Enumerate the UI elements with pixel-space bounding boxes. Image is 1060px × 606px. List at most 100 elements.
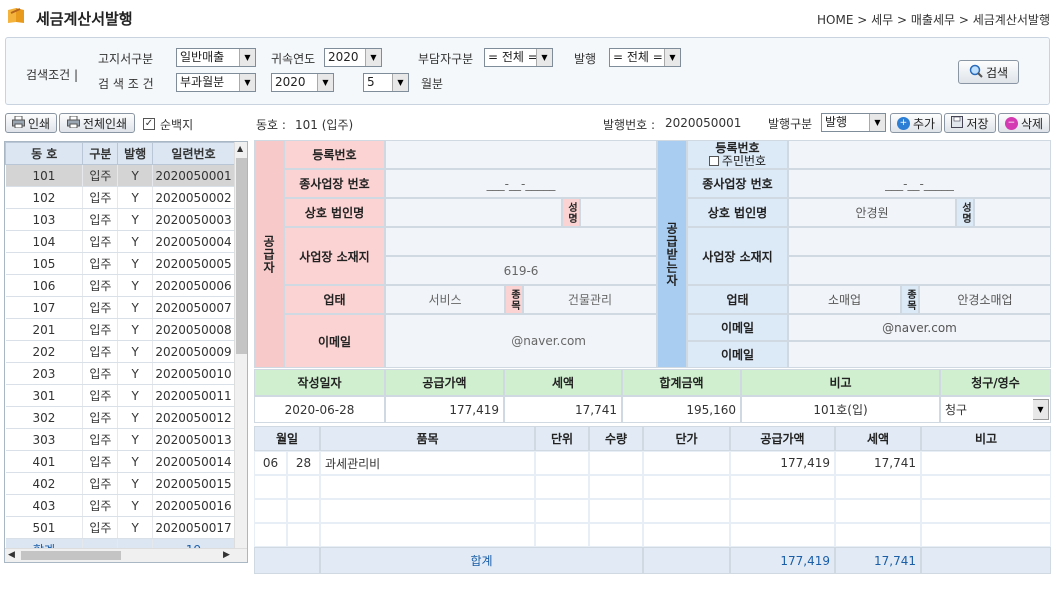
items-cell[interactable]: 06 <box>254 451 287 475</box>
items-cell[interactable] <box>320 475 535 499</box>
table-row[interactable]: 301 입주 Y 2020050011 <box>5 384 235 407</box>
table-row[interactable]: 302 입주 Y 2020050012 <box>5 406 235 429</box>
items-cell[interactable] <box>589 451 643 475</box>
chevron-right-icon[interactable]: ▶ <box>223 550 230 560</box>
payer-type-select[interactable]: = 전체 = ▼ <box>484 48 553 67</box>
table-row[interactable]: 104 입주 Y 2020050004 <box>5 230 235 253</box>
table-row[interactable]: 107 입주 Y 2020050007 <box>5 296 235 319</box>
items-cell[interactable] <box>287 475 320 499</box>
year-select[interactable]: 2020 ▼ <box>324 48 382 67</box>
items-cell[interactable] <box>589 499 643 523</box>
scrollbar-thumb[interactable] <box>21 551 121 560</box>
items-cell[interactable] <box>730 475 835 499</box>
list-vertical-scrollbar[interactable]: ▲ <box>234 142 247 550</box>
buyer-name-field[interactable]: 안경원 <box>788 198 956 227</box>
summary-value-total-amount[interactable]: 195,160 <box>622 396 741 423</box>
table-row[interactable]: 103 입주 Y 2020050003 <box>5 208 235 231</box>
items-cell[interactable] <box>535 451 589 475</box>
scrollbar-thumb[interactable] <box>236 158 247 354</box>
items-cell[interactable] <box>254 523 287 547</box>
buyer-item-field[interactable]: 안경소매업 <box>919 285 1051 314</box>
items-cell[interactable] <box>254 475 287 499</box>
chevron-left-icon[interactable]: ◀ <box>8 550 15 560</box>
buyer-branch-no-field[interactable]: ___-__-_____ <box>788 169 1051 198</box>
supplier-ceo-field[interactable] <box>580 198 657 227</box>
table-row[interactable]: 105 입주 Y 2020050005 <box>5 252 235 275</box>
items-cell[interactable] <box>287 523 320 547</box>
items-cell[interactable] <box>835 523 921 547</box>
table-row[interactable]: 401 입주 Y 2020050014 <box>5 450 235 473</box>
supplier-business-field[interactable]: 서비스 <box>385 285 505 314</box>
buyer-business-field[interactable]: 소매업 <box>788 285 901 314</box>
print-button[interactable]: 인쇄 <box>5 113 57 133</box>
supplier-address-field-2[interactable]: 619-6 <box>385 256 657 285</box>
items-cell[interactable] <box>535 475 589 499</box>
print-all-button[interactable]: 전체인쇄 <box>59 113 135 133</box>
table-row[interactable]: 501 입주 Y 2020050017 <box>5 516 235 539</box>
save-button[interactable]: 저장 <box>944 113 996 133</box>
supplier-reg-no-field[interactable] <box>385 140 657 169</box>
items-cell[interactable] <box>835 475 921 499</box>
items-cell[interactable] <box>287 499 320 523</box>
items-cell[interactable] <box>535 523 589 547</box>
buyer-reg-no-field[interactable] <box>788 140 1051 169</box>
summary-value-tax-amount[interactable]: 17,741 <box>504 396 622 423</box>
items-cell[interactable] <box>643 451 730 475</box>
buyer-ceo-field[interactable] <box>974 198 1051 227</box>
supplier-name-field[interactable] <box>385 198 562 227</box>
table-row[interactable]: 106 입주 Y 2020050006 <box>5 274 235 297</box>
summary-value-supply-amount[interactable]: 177,419 <box>385 396 504 423</box>
items-cell[interactable] <box>254 499 287 523</box>
supplier-email-field[interactable]: @naver.com <box>385 314 657 368</box>
table-row[interactable]: 201 입주 Y 2020050008 <box>5 318 235 341</box>
blank-paper-checkbox[interactable]: ✓ <box>143 118 155 130</box>
items-cell[interactable]: 177,419 <box>730 451 835 475</box>
items-cell[interactable] <box>921 451 1051 475</box>
items-cell[interactable]: 28 <box>287 451 320 475</box>
items-cell[interactable] <box>320 499 535 523</box>
items-cell[interactable]: 과세관리비 <box>320 451 535 475</box>
table-row[interactable]: 402 입주 Y 2020050015 <box>5 472 235 495</box>
table-row[interactable]: 303 입주 Y 2020050013 <box>5 428 235 451</box>
search-button[interactable]: 검색 <box>958 60 1019 84</box>
month-select[interactable]: 5 ▼ <box>363 73 409 92</box>
notice-type-select[interactable]: 일반매출 ▼ <box>176 48 256 67</box>
condition-year-select[interactable]: 2020 ▼ <box>271 73 334 92</box>
list-horizontal-scrollbar[interactable]: ◀ ▶ <box>5 548 247 562</box>
summary-value-remark[interactable]: 101호(입) <box>741 396 940 423</box>
buyer-address-field-2[interactable] <box>788 256 1051 285</box>
buyer-address-field-1[interactable] <box>788 227 1051 256</box>
items-cell[interactable] <box>643 475 730 499</box>
items-cell[interactable] <box>589 523 643 547</box>
items-cell[interactable] <box>643 499 730 523</box>
chevron-up-icon[interactable]: ▲ <box>237 144 243 153</box>
items-cell[interactable] <box>835 499 921 523</box>
items-cell[interactable] <box>730 499 835 523</box>
items-cell[interactable] <box>921 523 1051 547</box>
condition-select[interactable]: 부과월분 ▼ <box>176 73 256 92</box>
items-cell[interactable] <box>730 523 835 547</box>
add-button[interactable]: + 추가 <box>890 113 942 133</box>
items-cell[interactable] <box>320 523 535 547</box>
resident-no-option[interactable]: 주민번호 <box>708 154 766 168</box>
items-cell[interactable] <box>921 475 1051 499</box>
buyer-email2-field[interactable] <box>788 341 1051 368</box>
delete-button[interactable]: − 삭제 <box>998 113 1050 133</box>
table-row[interactable]: 101 입주 Y 2020050001 <box>5 164 235 187</box>
items-cell[interactable] <box>589 475 643 499</box>
items-cell[interactable] <box>535 499 589 523</box>
table-row[interactable]: 203 입주 Y 2020050010 <box>5 362 235 385</box>
chevron-down-icon[interactable]: ▼ <box>1033 399 1049 420</box>
resident-no-checkbox[interactable] <box>708 156 719 166</box>
supplier-address-field-1[interactable] <box>385 227 657 256</box>
table-row[interactable]: 102 입주 Y 2020050002 <box>5 186 235 209</box>
buyer-email-field[interactable]: @naver.com <box>788 314 1051 341</box>
table-row[interactable]: 403 입주 Y 2020050016 <box>5 494 235 517</box>
items-cell[interactable]: 17,741 <box>835 451 921 475</box>
supplier-branch-no-field[interactable]: ___-__-_____ <box>385 169 657 198</box>
summary-value-written-date[interactable]: 2020-06-28 <box>254 396 385 423</box>
issue-select[interactable]: = 전체 = ▼ <box>609 48 681 67</box>
table-row[interactable]: 202 입주 Y 2020050009 <box>5 340 235 363</box>
issue-type-select[interactable]: 발행 ▼ <box>821 113 886 132</box>
items-cell[interactable] <box>643 523 730 547</box>
